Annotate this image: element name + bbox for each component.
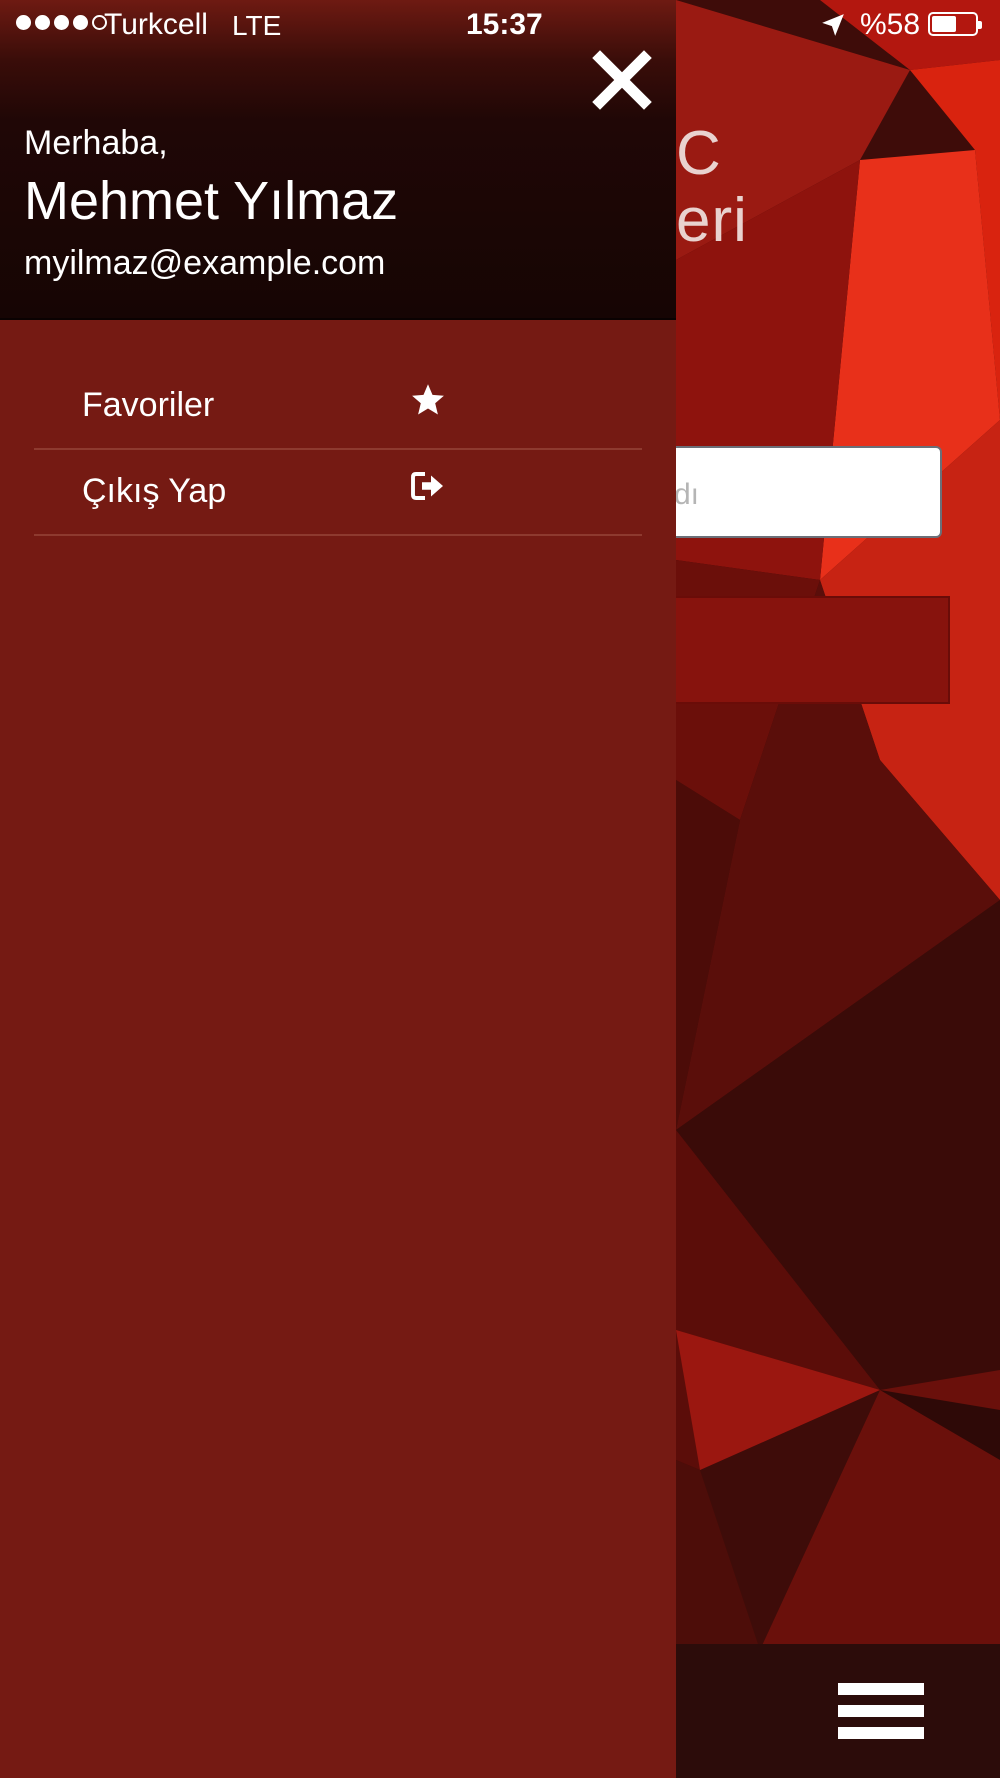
greeting-text: Merhaba,: [24, 124, 168, 162]
background-title-fragment-1: C: [676, 119, 721, 188]
user-email: myilmaz@example.com: [24, 244, 386, 282]
sign-out-icon: [410, 468, 450, 508]
battery-percentage: %58: [860, 8, 921, 41]
hamburger-menu-icon[interactable]: [838, 1683, 924, 1741]
background-input: dı: [640, 446, 942, 538]
menu-item-label: Favoriler: [82, 386, 215, 424]
menu-item-label: Çıkış Yap: [82, 472, 227, 510]
background-input-placeholder: dı: [674, 478, 700, 511]
star-icon: [410, 382, 450, 422]
menu-item-logout[interactable]: Çıkış Yap: [34, 450, 642, 536]
network-type: LTE: [232, 10, 282, 41]
carrier-name: Turkcell: [104, 8, 208, 41]
location-arrow-icon: [820, 12, 846, 38]
clock: 15:37: [466, 8, 543, 41]
user-name: Mehmet Yılmaz: [24, 171, 399, 231]
side-drawer: Merhaba, Mehmet Yılmaz myilmaz@example.c…: [0, 0, 676, 1778]
status-bar: Turkcell LTE 15:37 %58: [0, 0, 1000, 50]
background-title-fragment-2: eri: [676, 186, 748, 255]
background-button: [640, 596, 950, 704]
signal-dot: [16, 15, 31, 30]
menu-item-favorites[interactable]: Favoriler: [34, 364, 642, 450]
drawer-menu: Favoriler Çıkış Yap: [34, 364, 642, 536]
signal-dot: [73, 15, 88, 30]
signal-dot: [54, 15, 69, 30]
signal-strength-icon: [16, 15, 107, 30]
signal-dot: [35, 15, 50, 30]
battery-icon: [928, 12, 982, 36]
close-icon[interactable]: [592, 50, 652, 110]
